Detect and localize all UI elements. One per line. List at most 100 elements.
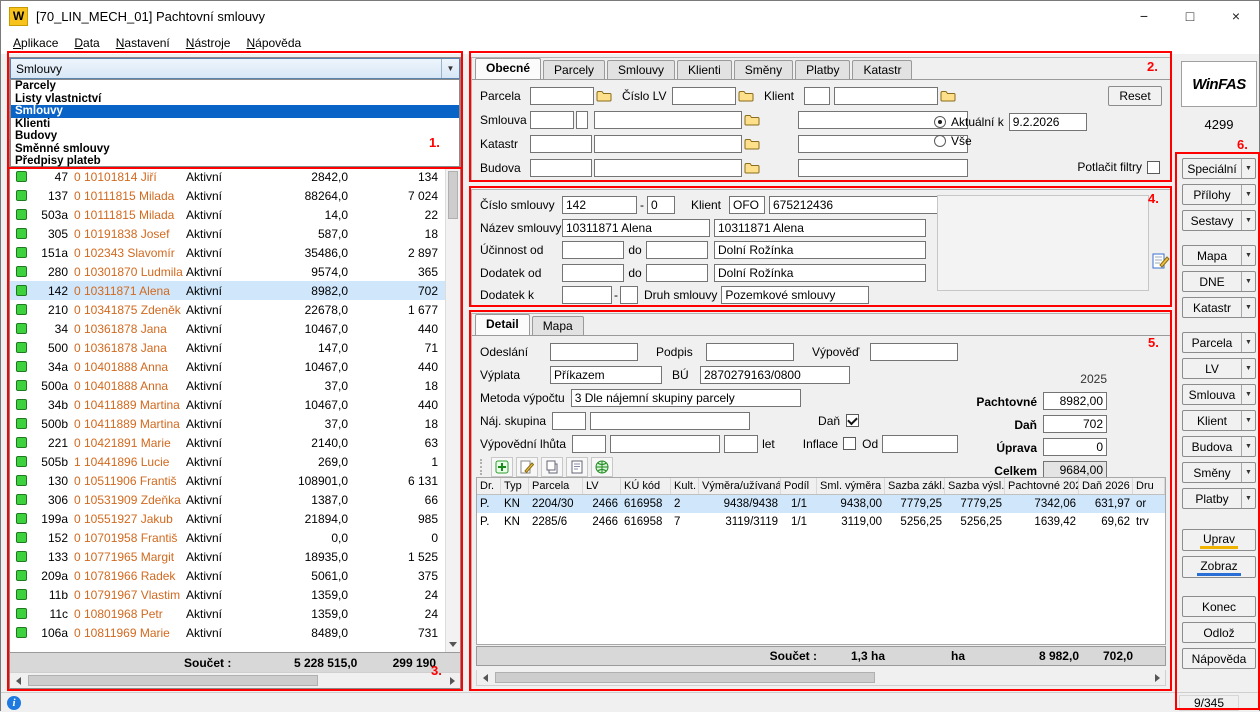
filter-tab[interactable]: Smlouvy [607,60,675,79]
scrollbar-thumb[interactable] [495,672,875,683]
scroll-right-arrow-icon[interactable] [1149,670,1165,685]
cislo-smlouvy-sub-input[interactable] [647,196,675,214]
add-parcel-button[interactable] [491,457,513,477]
sidebar-menu-button[interactable]: Katastr▼ [1182,297,1256,318]
table-row[interactable]: 199a 0 10551927 Jakub Aktivní 21894,0 98… [10,509,460,528]
col-header[interactable]: LV [583,478,621,494]
sidebar-menu-button[interactable]: Speciální▼ [1182,158,1256,179]
katastr-browse-button[interactable] [742,135,762,153]
table-row[interactable]: 210 0 10341875 Zdeněk Aktivní 22678,0 1 … [10,300,460,319]
maximize-button[interactable]: □ [1167,1,1213,31]
dan-input[interactable] [1043,415,1107,433]
col-header[interactable]: Dru [1133,478,1165,494]
menu-item[interactable]: Nápověda [238,33,309,53]
chevron-down-icon[interactable]: ▼ [1241,159,1255,178]
ucinnost-misto-input[interactable] [714,241,926,259]
col-header[interactable]: Parcela [529,478,583,494]
bu-input[interactable] [700,366,850,384]
table-row[interactable]: 305 0 10191838 Josef Aktivní 587,0 18 [10,224,460,243]
detail-tab[interactable]: Detail [475,314,530,335]
sidebar-menu-button[interactable]: Parcela▼ [1182,332,1256,353]
metoda-vypoctu-input[interactable] [571,389,801,407]
katastr-nazev-input[interactable] [594,135,742,153]
dan-checkbox[interactable] [846,414,859,427]
chevron-down-icon[interactable]: ▼ [1241,333,1255,352]
horizontal-scrollbar[interactable] [476,670,1166,686]
naj-skupina-input[interactable] [552,412,586,430]
chevron-down-icon[interactable]: ▼ [1241,463,1255,482]
pachtovne-input[interactable] [1043,392,1107,410]
dropdown-item[interactable]: Směnné smlouvy [11,143,459,156]
close-button[interactable]: × [1213,1,1259,31]
sidebar-menu-button[interactable]: Sestavy▼ [1182,210,1256,231]
lhuta-input[interactable] [572,435,606,453]
smlouva-sub-input[interactable] [576,111,588,129]
smlouva-input[interactable] [530,111,574,129]
potlacit-filtry-checkbox[interactable] [1147,161,1160,174]
nazev-smlouvy-2-input[interactable] [714,219,926,237]
filter-tab[interactable]: Parcely [543,60,605,79]
sidebar-menu-button[interactable]: Klient▼ [1182,410,1256,431]
col-header[interactable]: Dr. [477,478,501,494]
table-row[interactable]: 106a 0 10811969 Marie Aktivní 8489,0 731 [10,623,460,642]
table-row[interactable]: 34b 0 10411889 Martina Aktivní 10467,0 4… [10,395,460,414]
uprav-button[interactable]: Uprav [1182,529,1256,551]
ucinnost-do-input[interactable] [646,241,708,259]
parcela-browse-button[interactable] [594,87,614,105]
table-row[interactable]: 130 0 10511906 Františ Aktivní 108901,0 … [10,471,460,490]
uprava-input[interactable] [1043,438,1107,456]
chevron-down-icon[interactable]: ▼ [1241,185,1255,204]
col-header[interactable]: Sml. výměra [817,478,885,494]
table-row[interactable]: 47 0 10101814 Jiří Aktivní 2842,0 134 [10,167,460,186]
chevron-down-icon[interactable]: ▼ [1241,437,1255,456]
sidebar-action-button[interactable]: Odlož [1182,622,1256,643]
druh-smlouvy-input[interactable] [721,286,869,304]
inflace-checkbox[interactable] [843,437,856,450]
sidebar-menu-button[interactable]: Mapa▼ [1182,245,1256,266]
sidebar-menu-button[interactable]: Smlouva▼ [1182,384,1256,405]
klient-browse-button[interactable] [938,87,958,105]
filter-tab[interactable]: Platby [795,60,850,79]
table-row[interactable]: 152 0 10701958 Františ Aktivní 0,0 0 [10,528,460,547]
scroll-right-arrow-icon[interactable] [444,673,460,688]
naj-skupina-nazev-input[interactable] [590,412,750,430]
table-row[interactable]: 505b 1 10441896 Lucie Aktivní 269,0 1 [10,452,460,471]
minimize-button[interactable]: − [1121,1,1167,31]
dropdown-item[interactable]: Klienti [11,118,459,131]
edit-note-button[interactable] [1152,252,1170,270]
filter-tab[interactable]: Směny [734,60,793,79]
nazev-smlouvy-input[interactable] [562,219,710,237]
klient-input[interactable] [834,87,938,105]
entity-combobox[interactable]: Smlouvy ▼ [10,58,460,79]
cislo-lv-input[interactable] [672,87,736,105]
sidebar-menu-button[interactable]: Platby▼ [1182,488,1256,509]
klient-typ-input[interactable] [804,87,830,105]
dropdown-item[interactable]: Smlouvy [11,105,459,118]
table-row[interactable]: 280 0 10301870 Ludmila Aktivní 9574,0 36… [10,262,460,281]
dodatek-k-sub-input[interactable] [620,286,638,304]
chevron-down-icon[interactable]: ▼ [1241,359,1255,378]
sidebar-menu-button[interactable]: LV▼ [1182,358,1256,379]
col-header[interactable]: Typ [501,478,529,494]
filter-tab[interactable]: Klienti [677,60,732,79]
table-row[interactable]: 503a 0 10111815 Milada Aktivní 14,0 22 [10,205,460,224]
sidebar-action-button[interactable]: Nápověda [1182,648,1256,669]
vypoved-input[interactable] [870,343,958,361]
notes-area[interactable] [937,195,1149,291]
table-row[interactable]: 151a 0 102343 Slavomír Aktivní 35486,0 2… [10,243,460,262]
chevron-down-icon[interactable]: ▼ [1241,385,1255,404]
horizontal-scrollbar[interactable] [10,672,460,688]
table-row[interactable]: 500b 0 10411889 Martina Aktivní 37,0 18 [10,414,460,433]
table-row[interactable]: 500 0 10361878 Jana Aktivní 147,0 71 [10,338,460,357]
chevron-down-icon[interactable]: ▼ [1241,489,1255,508]
table-row[interactable]: 133 0 10771965 Margit Aktivní 18935,0 1 … [10,547,460,566]
filter-tab[interactable]: Katastr [852,60,912,79]
dropdown-item[interactable]: Parcely [11,80,459,93]
col-header[interactable]: Podíl [781,478,817,494]
filter-tab[interactable]: Obecné [475,58,541,79]
table-row[interactable]: 34a 0 10401888 Anna Aktivní 10467,0 440 [10,357,460,376]
table-row[interactable]: 221 0 10421891 Marie Aktivní 2140,0 63 [10,433,460,452]
copy-parcel-button[interactable] [541,457,563,477]
chevron-down-icon[interactable]: ▼ [441,59,459,78]
budova-browse-button[interactable] [742,159,762,177]
